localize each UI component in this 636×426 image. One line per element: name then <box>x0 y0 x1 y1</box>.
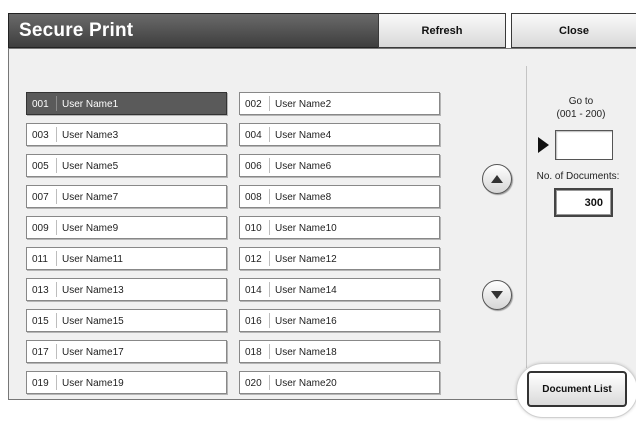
user-name: User Name20 <box>275 378 337 389</box>
user-number: 003 <box>32 130 49 141</box>
user-name: User Name9 <box>62 223 119 234</box>
user-list-item[interactable]: 009 User Name9 <box>26 216 227 239</box>
side-panel: Go to (001 - 200) No. of Documents: 300 <box>526 66 628 368</box>
close-button[interactable]: Close <box>511 13 636 48</box>
user-name: User Name5 <box>62 161 119 172</box>
scroll-down-arrow-icon <box>491 291 503 299</box>
user-name: User Name17 <box>62 347 124 358</box>
user-number: 014 <box>245 285 262 296</box>
document-list-button[interactable]: Document List <box>527 371 627 407</box>
user-name: User Name12 <box>275 254 337 265</box>
entry-divider <box>269 127 270 142</box>
user-number: 010 <box>245 223 262 234</box>
user-name: User Name8 <box>275 192 332 203</box>
refresh-button[interactable]: Refresh <box>378 13 506 48</box>
user-number: 007 <box>32 192 49 203</box>
entry-divider <box>269 313 270 328</box>
entry-divider <box>269 220 270 235</box>
title-bar: Secure Print <box>8 13 378 48</box>
user-number: 002 <box>245 99 262 110</box>
scroll-up-arrow-icon <box>491 175 503 183</box>
scroll-down-button[interactable] <box>482 280 512 310</box>
entry-divider <box>269 282 270 297</box>
goto-range-text: (001 - 200) <box>556 109 606 120</box>
goto-label: Go to (001 - 200) <box>533 95 629 121</box>
pointer-arrow-icon <box>538 137 549 153</box>
user-name: User Name6 <box>275 161 332 172</box>
user-list-item[interactable]: 005 User Name5 <box>26 154 227 177</box>
entry-divider <box>56 220 57 235</box>
user-number: 011 <box>32 254 48 265</box>
user-list-item[interactable]: 003 User Name3 <box>26 123 227 146</box>
user-list-item[interactable]: 013 User Name13 <box>26 278 227 301</box>
entry-divider <box>56 158 57 173</box>
entry-divider <box>56 282 57 297</box>
user-name: User Name3 <box>62 130 119 141</box>
page-title: Secure Print <box>19 20 134 41</box>
user-number: 015 <box>32 316 49 327</box>
user-name: User Name4 <box>275 130 332 141</box>
user-name: User Name19 <box>62 378 124 389</box>
user-name: User Name16 <box>275 316 337 327</box>
user-list-item[interactable]: 010 User Name10 <box>239 216 440 239</box>
user-name: User Name10 <box>275 223 337 234</box>
user-list-item[interactable]: 008 User Name8 <box>239 185 440 208</box>
user-list-item[interactable]: 014 User Name14 <box>239 278 440 301</box>
entry-divider <box>56 189 57 204</box>
user-list-item[interactable]: 002 User Name2 <box>239 92 440 115</box>
user-number: 004 <box>245 130 262 141</box>
user-number: 009 <box>32 223 49 234</box>
entry-divider <box>56 375 57 390</box>
entry-divider <box>269 251 270 266</box>
entry-divider <box>56 96 57 111</box>
main-panel: 001 User Name1 002 User Name2 003 User Name3 0… <box>8 48 636 400</box>
entry-divider <box>269 375 270 390</box>
user-number: 012 <box>245 254 262 265</box>
user-number: 013 <box>32 285 49 296</box>
documents-count-label: No. of Documents: <box>536 171 620 182</box>
user-list-item[interactable]: 017 User Name17 <box>26 340 227 363</box>
entry-divider <box>269 96 270 111</box>
user-list-item[interactable]: 018 User Name18 <box>239 340 440 363</box>
user-name: User Name2 <box>275 99 332 110</box>
entry-divider <box>269 158 270 173</box>
user-number: 006 <box>245 161 262 172</box>
user-name: User Name15 <box>62 316 124 327</box>
user-list-item[interactable]: 020 User Name20 <box>239 371 440 394</box>
user-number: 017 <box>32 347 49 358</box>
user-number: 005 <box>32 161 49 172</box>
user-list-item[interactable]: 001 User Name1 <box>26 92 227 115</box>
user-list-item[interactable]: 019 User Name19 <box>26 371 227 394</box>
user-list-item[interactable]: 006 User Name6 <box>239 154 440 177</box>
user-number: 019 <box>32 378 49 389</box>
user-list-item[interactable]: 007 User Name7 <box>26 185 227 208</box>
user-name: User Name13 <box>62 285 124 296</box>
user-list-item[interactable]: 012 User Name12 <box>239 247 440 270</box>
entry-divider <box>56 344 57 359</box>
user-number: 020 <box>245 378 262 389</box>
entry-divider <box>269 189 270 204</box>
user-list-item[interactable]: 004 User Name4 <box>239 123 440 146</box>
entry-divider <box>56 251 57 266</box>
user-name: User Name7 <box>62 192 119 203</box>
user-number: 016 <box>245 316 262 327</box>
entry-divider <box>269 344 270 359</box>
documents-count-value: 300 <box>554 188 613 217</box>
user-name: User Name14 <box>275 285 337 296</box>
user-list-item[interactable]: 015 User Name15 <box>26 309 227 332</box>
entry-divider <box>56 313 57 328</box>
goto-input[interactable] <box>555 130 613 160</box>
user-number: 001 <box>32 99 49 110</box>
user-number: 018 <box>245 347 262 358</box>
scroll-up-button[interactable] <box>482 164 512 194</box>
user-list-item[interactable]: 011 User Name11 <box>26 247 227 270</box>
user-list-item[interactable]: 016 User Name16 <box>239 309 440 332</box>
user-number: 008 <box>245 192 262 203</box>
user-name: User Name18 <box>275 347 337 358</box>
user-name: User Name1 <box>62 99 119 110</box>
user-name: User Name11 <box>62 254 123 265</box>
entry-divider <box>56 127 57 142</box>
goto-label-text: Go to <box>568 96 594 107</box>
